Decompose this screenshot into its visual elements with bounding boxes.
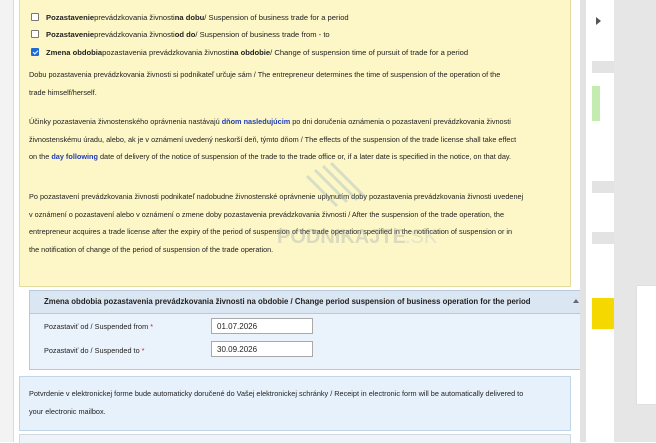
paragraph-line: on the day following date of delivery of… (29, 148, 561, 166)
info-paragraph-duration: Dobu pozastavenia prevádzkovania živnost… (29, 66, 561, 101)
suspended-to-label: Pozastaviť do / Suspended to * (44, 346, 145, 355)
required-mark: * (150, 322, 154, 331)
field-label-text: Pozastaviť od / Suspended from (44, 322, 149, 331)
option-label-strong: Pozastavenie (46, 12, 95, 22)
paragraph-line: trade himself/herself. (29, 87, 97, 97)
period-section-title: Zmena obdobia pozastavenia prevádzkovani… (30, 291, 585, 314)
option-label: prevádzkovania živnosti (94, 29, 175, 39)
suspended-to-input[interactable] (211, 341, 313, 357)
option-label-strong: Pozastavenie (46, 29, 95, 39)
option-label: pozastavenia prevádzkovania živnosti (102, 47, 230, 57)
paragraph-line: Dobu pozastavenia prevádzkovania živnost… (29, 70, 501, 79)
suspended-from-input[interactable] (211, 318, 313, 334)
receipt-paragraph: Potvrdenie v elektronickej forme bude au… (29, 385, 561, 420)
option-label: / Suspension of business trade from - to (195, 29, 330, 39)
highlight-text: day following (51, 152, 98, 162)
paragraph-line: Účinky pozastavenia živnostenského opráv… (29, 113, 561, 131)
option-label-strong: Zmena obdobia (46, 47, 103, 57)
info-paragraph-resume: Po pozastavení prevádzkovania živnosti p… (29, 188, 561, 258)
play-icon[interactable] (596, 17, 601, 25)
option-suspension-period[interactable]: Pozastavenie prevádzkovania živnosti na … (31, 11, 349, 23)
option-label-strong: od do (174, 29, 196, 39)
option-label: / Suspension of business trade for a per… (204, 12, 349, 22)
option-label: / Change of suspension time of pursuit o… (270, 47, 469, 57)
info-paragraph-effects: Účinky pozastavenia živnostenského opráv… (29, 113, 561, 166)
paragraph-line: Potvrdenie v elektronickej forme bude au… (29, 389, 524, 398)
text-run: po dni doručenia oznámenia o pozastavení… (290, 117, 511, 126)
electronic-receipt-notice: Potvrdenie v elektronickej forme bude au… (19, 376, 571, 431)
collapse-caret-icon[interactable] (573, 299, 579, 303)
paragraph-line: Po pozastavení prevádzkovania živnosti p… (29, 192, 524, 201)
sidebar-green-tab (592, 86, 600, 121)
text-run: Účinky pozastavenia živnostenského opráv… (29, 117, 222, 126)
suspension-type-panel: Pozastavenie prevádzkovania živnosti na … (19, 0, 586, 370)
paragraph-line: your electronic mailbox. (29, 406, 106, 416)
checkbox-suspension-from-to[interactable] (31, 30, 39, 38)
paragraph-line: the notification of change of the period… (29, 244, 274, 254)
suspended-from-label: Pozastaviť od / Suspended from * (44, 322, 153, 331)
field-label-text: Pozastaviť do / Suspended to (44, 346, 140, 355)
option-label-strong: na dobu (174, 12, 205, 22)
text-run: date of delivery of the notice of suspen… (97, 152, 512, 162)
option-suspension-from-to[interactable]: Pozastavenie prevádzkovania živnosti od … (31, 28, 330, 40)
paragraph-line: živnostenskému úradu, alebo, ak je v ozn… (29, 134, 517, 144)
paragraph-line: v oznámení o pozastavení alebo v oznámen… (29, 209, 504, 219)
checkbox-suspension-period[interactable] (31, 13, 39, 21)
sidebar-stripe (592, 232, 614, 244)
option-label-strong: na obdobie (229, 47, 271, 57)
checkbox-change-suspension-period[interactable] (31, 48, 39, 56)
sidebar-yellow-tab (592, 298, 614, 329)
option-change-suspension-period[interactable]: Zmena obdobia pozastavenia prevádzkovani… (31, 46, 468, 58)
left-edge (0, 0, 14, 442)
period-section: Zmena obdobia pozastavenia prevádzkovani… (29, 290, 586, 370)
sidebar-stripe (592, 181, 614, 193)
highlight-text: dňom nasledujúcim (221, 117, 291, 126)
text-run: on the (29, 152, 52, 162)
paragraph-line: entrepreneur acquires a trade license af… (29, 227, 513, 237)
option-label: prevádzkovania živnosti (94, 12, 175, 22)
sidebar-stripe (592, 61, 614, 73)
required-mark: * (141, 346, 145, 355)
right-panel (636, 285, 656, 405)
